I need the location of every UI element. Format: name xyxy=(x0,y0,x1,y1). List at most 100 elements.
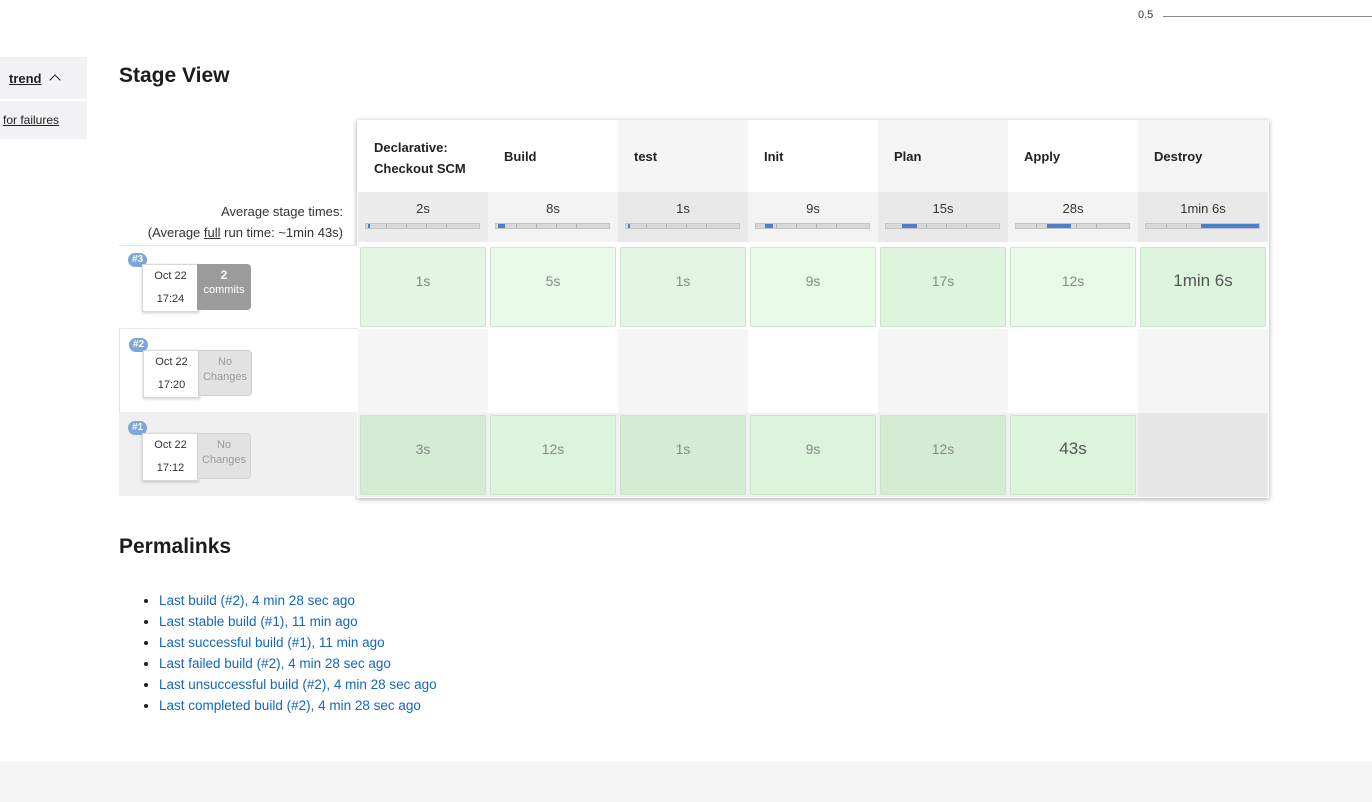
stage-time-bar-fill xyxy=(1201,224,1259,228)
bar-tick xyxy=(446,224,447,228)
stage-average-cell: 1min 6s xyxy=(1138,192,1268,242)
chevron-up-icon[interactable] xyxy=(48,74,61,86)
build-date: Oct 22 xyxy=(154,439,187,451)
changes-button[interactable]: 2 commits xyxy=(197,264,251,310)
stage-time-bar xyxy=(365,223,480,229)
stage-result-cell[interactable]: 12s xyxy=(1010,247,1136,327)
stage-result-cell[interactable]: 1s xyxy=(360,247,486,327)
build-row[interactable]: #2 Oct 22 17:20 No Changes xyxy=(119,328,358,413)
permalinks-list: Last build (#2), 4 min 28 sec ago Last s… xyxy=(141,590,437,716)
stage-cell-bg xyxy=(748,329,878,413)
build-date: Oct 22 xyxy=(155,356,188,368)
stage-time-bar-fill xyxy=(765,224,773,228)
bar-tick xyxy=(1166,224,1167,228)
stage-view-title: Stage View xyxy=(119,64,230,87)
zoom-scale-label: 0.5 xyxy=(1138,9,1154,21)
stage-cell-bg xyxy=(878,329,1008,413)
permalink-item: Last successful build (#1), 11 min ago xyxy=(159,632,437,653)
average-stage-times-label: Average stage times: (Average full run t… xyxy=(148,201,343,243)
avg-suffix: run time: ~1min 43s) xyxy=(220,225,343,240)
no-changes-line2: Changes xyxy=(201,454,247,466)
bar-tick xyxy=(706,224,707,228)
permalinks-title: Permalinks xyxy=(119,535,232,558)
build-row[interactable]: #1 Oct 22 17:12 No Changes xyxy=(119,412,357,496)
stage-time-bar xyxy=(885,223,1000,229)
permalink-last-build[interactable]: Last build (#2), 4 min 28 sec ago xyxy=(159,593,355,608)
trend-link[interactable]: trend xyxy=(9,71,42,86)
build-date: Oct 22 xyxy=(154,270,187,282)
stage-result-cell[interactable]: 1s xyxy=(620,247,746,327)
stage-average-time: 9s xyxy=(806,201,820,216)
bar-tick xyxy=(926,224,927,228)
full-run-link[interactable]: full xyxy=(204,225,221,240)
stage-result-cell[interactable]: 12s xyxy=(490,415,616,495)
permalink-last-successful[interactable]: Last successful build (#1), 11 min ago xyxy=(159,635,385,650)
no-changes-label: No Changes xyxy=(197,433,251,479)
bar-tick xyxy=(1036,224,1037,228)
stage-header: Apply xyxy=(1008,120,1138,192)
stage-time-bar-fill xyxy=(628,224,630,228)
build-time: 17:20 xyxy=(157,379,186,391)
permalink-last-failed[interactable]: Last failed build (#2), 4 min 28 sec ago xyxy=(159,656,391,671)
stage-average-cell: 2s xyxy=(358,192,488,242)
stage-average-cell: 8s xyxy=(488,192,618,242)
bar-tick xyxy=(1096,224,1097,228)
stage-average-time: 28s xyxy=(1062,201,1084,216)
bar-tick xyxy=(426,224,427,228)
stage-average-time: 15s xyxy=(932,201,954,216)
stage-average-cell: 15s xyxy=(878,192,1008,242)
zoom-scale-line xyxy=(1163,16,1372,17)
stage-cell-bg xyxy=(488,329,618,413)
failures-item[interactable]: for failures xyxy=(0,101,87,139)
no-changes-label: No Changes xyxy=(198,350,252,396)
stage-result-cell[interactable]: 43s xyxy=(1010,415,1136,495)
stage-result-cell[interactable]: 9s xyxy=(750,247,876,327)
stage-result-cell[interactable]: 9s xyxy=(750,415,876,495)
permalink-item: Last failed build (#2), 4 min 28 sec ago xyxy=(159,653,437,674)
bar-tick xyxy=(1186,224,1187,228)
bar-tick xyxy=(816,224,817,228)
commits-label: commits xyxy=(203,284,245,296)
stage-result-cell[interactable]: 1min 6s xyxy=(1140,247,1266,327)
stage-time-bar xyxy=(1145,223,1260,229)
bar-tick xyxy=(556,224,557,228)
permalink-last-completed[interactable]: Last completed build (#2), 4 min 28 sec … xyxy=(159,698,421,713)
stage-header: Build xyxy=(488,120,618,192)
stage-cell-bg xyxy=(358,329,488,413)
stage-time-bar-fill xyxy=(1047,224,1071,228)
avg-times-line1: Average stage times: xyxy=(221,204,343,219)
stage-header: Init xyxy=(748,120,878,192)
bar-tick xyxy=(576,224,577,228)
stage-empty-cell xyxy=(1138,413,1268,497)
permalink-last-stable[interactable]: Last stable build (#1), 11 min ago xyxy=(159,614,358,629)
bar-tick xyxy=(776,224,777,228)
permalink-item: Last stable build (#1), 11 min ago xyxy=(159,611,437,632)
stage-result-cell[interactable]: 1s xyxy=(620,415,746,495)
stage-header: Plan xyxy=(878,120,1008,192)
no-changes-line1: No xyxy=(217,356,233,368)
build-time: 17:24 xyxy=(156,293,185,305)
permalink-item: Last build (#2), 4 min 28 sec ago xyxy=(159,590,437,611)
bar-tick xyxy=(516,224,517,228)
failures-link[interactable]: for failures xyxy=(3,113,59,127)
stage-result-cell[interactable]: 17s xyxy=(880,247,1006,327)
build-date-box: Oct 22 17:20 xyxy=(143,350,200,398)
stage-time-bar-fill xyxy=(368,224,370,228)
stage-header: Destroy xyxy=(1138,120,1268,192)
bar-tick xyxy=(966,224,967,228)
trend-toggle[interactable]: trend xyxy=(0,57,87,99)
stage-result-cell[interactable]: 5s xyxy=(490,247,616,327)
sidebar-panel: trend for failures xyxy=(0,57,87,139)
stage-result-cell[interactable]: 12s xyxy=(880,415,1006,495)
stage-time-bar xyxy=(625,223,740,229)
stage-time-bar-fill xyxy=(498,224,505,228)
build-row[interactable]: #3 Oct 22 17:24 2 commits xyxy=(119,245,357,328)
permalink-last-unsuccessful[interactable]: Last unsuccessful build (#2), 4 min 28 s… xyxy=(159,677,437,692)
bar-tick xyxy=(666,224,667,228)
stage-time-bar xyxy=(755,223,870,229)
bar-tick xyxy=(946,224,947,228)
stage-header: Declarative: Checkout SCM xyxy=(358,120,488,192)
bar-tick xyxy=(1076,224,1077,228)
no-changes-line1: No xyxy=(216,439,232,451)
stage-result-cell[interactable]: 3s xyxy=(360,415,486,495)
